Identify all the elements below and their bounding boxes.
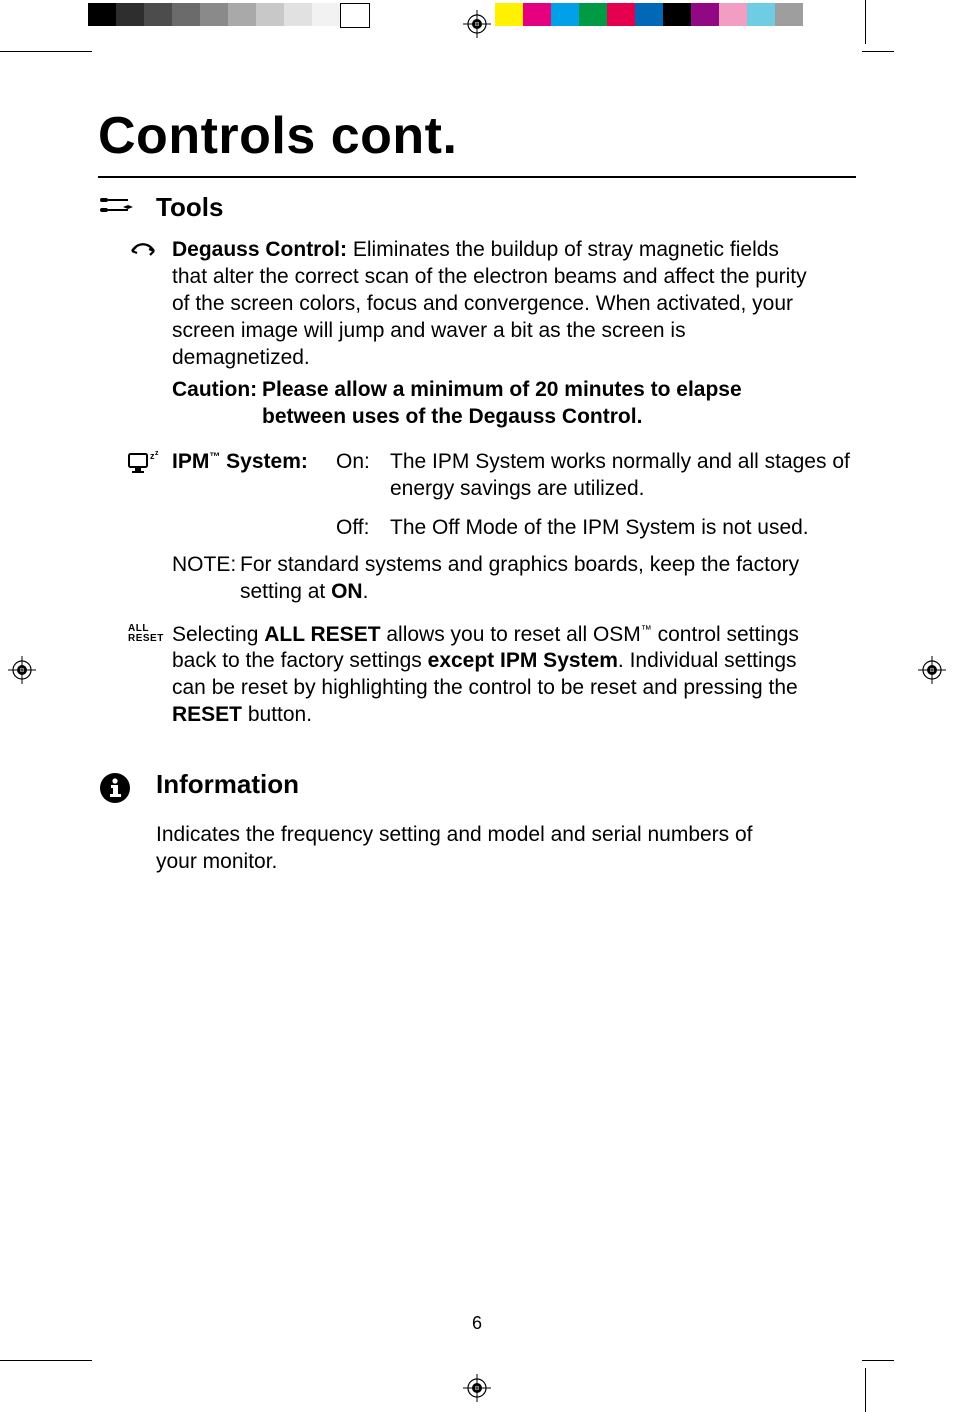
all-reset-item: ALLRESET Selecting ALL RESET allows you …: [128, 622, 856, 730]
note-text-1: For standard systems and graphics boards…: [240, 553, 799, 603]
grayscale-swatch: [144, 3, 172, 26]
caution-label: Caution:: [172, 377, 262, 431]
note-label: NOTE:: [172, 552, 240, 606]
ar-bold-2: except IPM System: [428, 649, 618, 672]
ipm-off-label: Off:: [336, 515, 386, 542]
svg-text:z: z: [155, 451, 159, 457]
registration-mark-bottom: [463, 1374, 491, 1402]
page: Controls cont. Tools: [0, 0, 954, 1412]
registration-mark-right: [918, 656, 946, 684]
grayscale-swatch: [256, 3, 284, 26]
grayscale-swatch: [284, 3, 312, 26]
color-swatch: [495, 3, 523, 26]
ipm-label-prefix: IPM: [172, 450, 209, 473]
color-swatch: [747, 3, 775, 26]
ipm-grid: IPM™ System: On: The IPM System works no…: [172, 449, 856, 542]
color-swatch: [775, 3, 803, 26]
color-swatch: [635, 3, 663, 26]
grayscale-swatch: [172, 3, 200, 26]
ipm-note: NOTE: For standard systems and graphics …: [172, 552, 856, 606]
tools-section-header: Tools: [98, 192, 856, 225]
information-section-header: Information: [98, 769, 856, 810]
tools-heading: Tools: [156, 192, 223, 223]
color-swatch: [523, 3, 551, 26]
ipm-on-text: The IPM System works normally and all st…: [390, 449, 856, 503]
ipm-label-suffix: System:: [220, 450, 308, 473]
crop-mark: [865, 0, 866, 44]
degauss-label: Degauss Control:: [172, 238, 347, 261]
content-area: Controls cont. Tools: [98, 106, 856, 876]
crop-mark: [862, 51, 894, 52]
degauss-caution: Caution: Please allow a minimum of 20 mi…: [172, 377, 812, 431]
crop-mark: [0, 1360, 92, 1361]
degauss-icon: [128, 237, 172, 266]
crop-mark: [0, 51, 92, 52]
ar-text-1: Selecting: [172, 623, 264, 646]
page-number: 6: [472, 1313, 482, 1334]
grayscale-swatch: [88, 3, 116, 26]
note-text-2: .: [363, 580, 369, 603]
ipm-on-label: On:: [336, 449, 386, 503]
crop-mark: [862, 1360, 894, 1361]
grayscale-swatch: [312, 3, 340, 26]
registration-mark-left: [8, 656, 36, 684]
ar-bold-3: RESET: [172, 703, 242, 726]
color-swatch: [663, 3, 691, 26]
degauss-item: Degauss Control: Eliminates the buildup …: [128, 237, 856, 431]
crop-mark: [865, 1368, 866, 1412]
caution-text: Please allow a minimum of 20 minutes to …: [262, 377, 812, 431]
grayscale-swatch: [340, 3, 370, 28]
note-text: For standard systems and graphics boards…: [240, 552, 856, 606]
ipm-icon: z z: [128, 449, 172, 480]
ipm-tm: ™: [209, 451, 220, 463]
grayscale-swatch: [116, 3, 144, 26]
color-swatch: [579, 3, 607, 26]
title-rule: [98, 176, 856, 178]
color-swatch: [551, 3, 579, 26]
information-icon: [98, 769, 156, 810]
ar-bold-1: ALL RESET: [264, 623, 380, 646]
ipm-item: z z IPM™ System: On: The IPM System work…: [128, 449, 856, 605]
ipm-body: IPM™ System: On: The IPM System works no…: [172, 449, 856, 605]
all-reset-icon: ALLRESET: [128, 622, 172, 644]
all-reset-body: Selecting ALL RESET allows you to reset …: [172, 622, 822, 730]
ipm-label: IPM™ System:: [172, 449, 332, 503]
tools-icon: [98, 192, 156, 225]
grayscale-swatch: [228, 3, 256, 26]
color-swatches: [495, 3, 803, 26]
color-swatch: [719, 3, 747, 26]
grayscale-swatches: [88, 3, 370, 26]
note-on: ON: [331, 580, 363, 603]
ipm-off-text: The Off Mode of the IPM System is not us…: [390, 515, 856, 542]
degauss-body: Degauss Control: Eliminates the buildup …: [172, 237, 812, 431]
ar-tm: ™: [641, 624, 652, 636]
color-swatch: [691, 3, 719, 26]
color-swatch: [607, 3, 635, 26]
ar-text-5: button.: [242, 703, 312, 726]
page-title: Controls cont.: [98, 106, 856, 166]
information-heading: Information: [156, 769, 299, 800]
registration-mark-top: [463, 10, 491, 38]
information-body: Indicates the frequency setting and mode…: [156, 822, 776, 876]
grayscale-swatch: [200, 3, 228, 26]
ar-text-2: allows you to reset all OSM: [381, 623, 641, 646]
